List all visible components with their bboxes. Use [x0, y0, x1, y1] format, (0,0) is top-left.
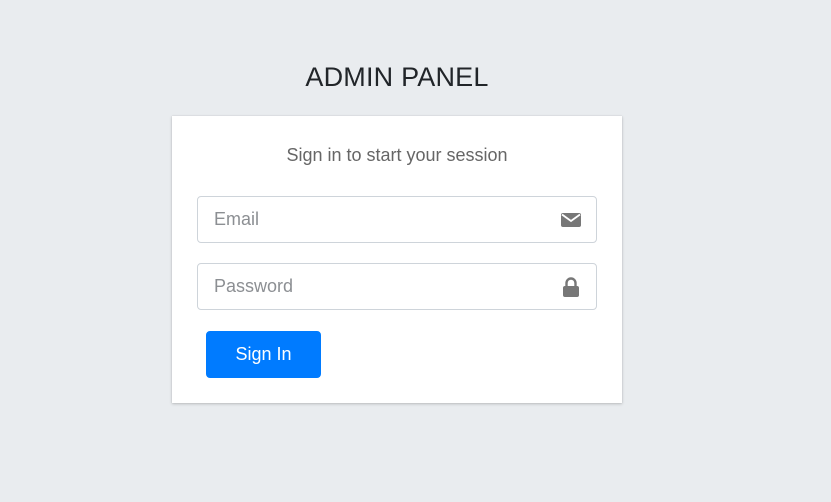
- password-input-group: [197, 263, 597, 310]
- admin-panel-title: ADMIN PANEL: [305, 62, 489, 92]
- password-input[interactable]: [198, 264, 538, 309]
- login-card: Sign in to start your session Sign In: [172, 116, 622, 403]
- envelope-icon: [560, 209, 582, 231]
- lock-icon: [560, 276, 582, 298]
- login-page: ADMIN PANEL Sign in to start your sessio…: [0, 0, 831, 502]
- sign-in-button[interactable]: Sign In: [206, 331, 321, 378]
- email-input-group: [197, 196, 597, 243]
- login-box-message: Sign in to start your session: [286, 145, 508, 165]
- email-input[interactable]: [198, 197, 538, 242]
